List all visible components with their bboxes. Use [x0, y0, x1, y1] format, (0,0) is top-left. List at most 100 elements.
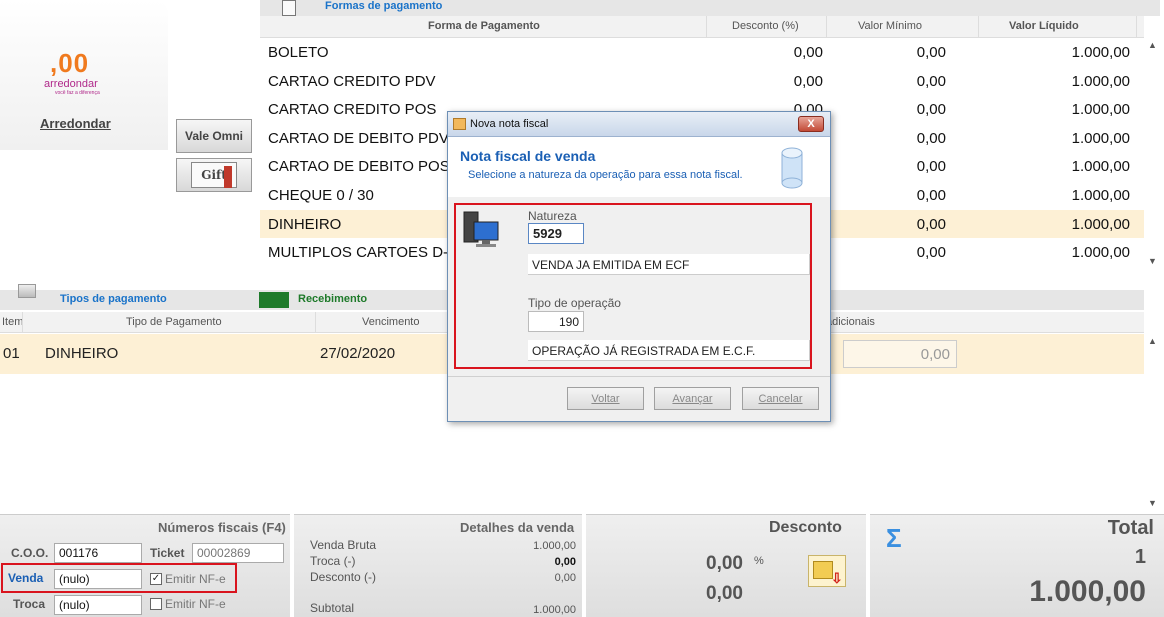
forma-cell: DINHEIRO	[268, 215, 342, 233]
tipos-pagamento-title[interactable]: Tipos de pagamento	[60, 293, 167, 305]
troca-emitir-nfe[interactable]: Emitir NF-e	[150, 597, 226, 611]
detalhes-venda-title: Detalhes da venda	[460, 520, 575, 535]
desconto-percent-value[interactable]: 0,00	[706, 553, 743, 575]
total-title: Total	[1107, 517, 1154, 539]
gift-card-label: Gift	[201, 168, 227, 182]
desconto-det-value: 0,00	[554, 572, 576, 584]
desconto-panel: Desconto 0,00 % 0,00 ⇩	[586, 514, 866, 617]
forma-pagamento-row[interactable]: BOLETO 0,00 0,00 1.000,00	[260, 38, 1144, 66]
adicionais-value[interactable]: 0,00	[843, 340, 957, 368]
liquido-cell: 1.000,00	[1071, 244, 1130, 262]
coo-label: C.O.O.	[11, 546, 49, 560]
coo-field[interactable]: 001176	[54, 543, 142, 563]
tipo-operacao-label: Tipo de operação	[528, 296, 621, 310]
dialog-header	[448, 137, 830, 197]
close-icon[interactable]: X	[798, 116, 824, 132]
row-tipo: DINHEIRO	[45, 345, 119, 362]
troca-det-value: 0,00	[554, 556, 576, 568]
formas-pagamento-header: Forma de Pagamento Desconto (%) Valor Mí…	[260, 16, 1144, 38]
ticket-field[interactable]: 00002869	[192, 543, 284, 563]
nova-nota-fiscal-dialog: Nova nota fiscal X Nota fiscal de venda …	[447, 111, 831, 422]
liquido-cell: 1.000,00	[1071, 101, 1130, 119]
col-item[interactable]: Item	[2, 316, 23, 328]
tipo-operacao-description: OPERAÇÃO JÁ REGISTRADA EM E.C.F.	[528, 340, 810, 361]
forma-cell: CARTAO CREDITO PDV	[268, 72, 436, 90]
recebimento-indicator	[259, 292, 289, 308]
col-tipo[interactable]: Tipo de Pagamento	[126, 316, 222, 328]
pdv-screen: ,00 arredondar você faz a diferença Arre…	[0, 0, 1164, 617]
minimo-cell: 0,00	[916, 187, 946, 204]
scroll-down-icon[interactable]: ▼	[1148, 498, 1157, 508]
ticket-label: Ticket	[150, 546, 185, 560]
natureza-label: Natureza	[528, 209, 577, 223]
checkbox-checked-icon[interactable]: ✓	[150, 573, 162, 585]
natureza-description: VENDA JA EMITIDA EM ECF	[528, 254, 810, 275]
venda-emitir-nfe[interactable]: ✓ Emitir NF-e	[150, 572, 226, 586]
formas-pagamento-title: Formas de pagamento	[325, 0, 443, 12]
scroll-down-icon[interactable]: ▼	[1148, 256, 1157, 266]
natureza-code-input[interactable]: 5929	[528, 223, 584, 244]
subtotal-value: 1.000,00	[533, 604, 576, 616]
tipos-scrollbar[interactable]: ▲ ▼	[1144, 334, 1160, 514]
apply-discount-icon[interactable]: ⇩	[808, 555, 846, 587]
col-valor-liquido[interactable]: Valor Líquido	[1009, 20, 1079, 32]
cancelar-label: Cancelar	[758, 392, 803, 405]
checkbox-unchecked-icon[interactable]	[150, 598, 162, 610]
vale-omni-button[interactable]: Vale Omni	[176, 119, 252, 153]
venda-emitir-label: Emitir NF-e	[165, 572, 226, 586]
forma-cell: CARTAO DE DEBITO PDV	[268, 129, 449, 147]
minimo-cell: 0,00	[916, 129, 946, 147]
app-icon	[453, 118, 466, 130]
desconto-amount-value[interactable]: 0,00	[706, 583, 743, 605]
minimo-cell: 0,00	[916, 244, 946, 262]
desconto-cell: 0,00	[793, 72, 823, 90]
vale-omni-label: Vale Omni	[184, 129, 244, 143]
col-desconto[interactable]: Desconto (%)	[732, 20, 799, 32]
troca-field[interactable]: (nulo)	[54, 595, 142, 615]
sigma-icon: Σ	[886, 523, 902, 553]
venda-bruta-value: 1.000,00	[533, 540, 576, 552]
col-adicionais[interactable]: adicionais	[826, 316, 875, 328]
venda-label: Venda	[8, 571, 44, 585]
cancelar-button[interactable]: Cancelar	[742, 387, 819, 410]
desconto-cell: 0,00	[793, 44, 823, 61]
venda-field[interactable]: (nulo)	[54, 569, 142, 589]
troca-det-label: Troca (-)	[310, 554, 356, 568]
forma-pagamento-row[interactable]: CARTAO CREDITO PDV 0,00 0,00 1.000,00	[260, 67, 1144, 95]
tipo-operacao-input[interactable]: 190	[528, 311, 584, 332]
card-icon	[18, 284, 36, 298]
col-forma[interactable]: Forma de Pagamento	[428, 20, 540, 32]
avancar-label: Avançar	[672, 392, 713, 405]
venda-bruta-label: Venda Bruta	[310, 538, 377, 552]
row-vencimento: 27/02/2020	[320, 345, 396, 362]
gift-card-button[interactable]: Gift	[176, 158, 252, 192]
scroll-up-icon[interactable]: ▲	[1148, 336, 1157, 346]
row-item: 01	[3, 345, 20, 362]
total-panel: Σ Total 1 1.000,00	[870, 514, 1164, 617]
col-vencimento[interactable]: Vencimento	[362, 316, 419, 328]
computer-icon	[463, 211, 499, 247]
logo-name: arredondar	[44, 78, 98, 90]
numeros-fiscais-panel: Números fiscais (F4) C.O.O. 001176 Ticke…	[0, 514, 290, 617]
col-valor-minimo[interactable]: Valor Mínimo	[858, 20, 922, 32]
voltar-label: Voltar	[591, 392, 620, 405]
total-amount: 1.000,00	[1029, 575, 1146, 608]
avancar-button[interactable]: Avançar	[654, 387, 731, 410]
forma-cell: BOLETO	[268, 44, 329, 61]
close-glyph: X	[807, 118, 815, 130]
total-count: 1	[1134, 546, 1146, 568]
liquido-cell: 1.000,00	[1071, 187, 1130, 204]
percent-symbol: %	[754, 555, 764, 567]
scroll-up-icon[interactable]: ▲	[1148, 40, 1157, 50]
formas-scrollbar[interactable]: ▲ ▼	[1144, 38, 1160, 270]
logo-number: ,00	[50, 48, 90, 78]
logo-tagline: você faz a diferença	[55, 90, 100, 96]
desconto-title: Desconto	[769, 519, 842, 536]
subtotal-label: Subtotal	[310, 601, 355, 615]
liquido-cell: 1.000,00	[1071, 129, 1130, 147]
recebimento-label[interactable]: Recebimento	[298, 293, 367, 305]
minimo-cell: 0,00	[916, 215, 946, 233]
minimo-cell: 0,00	[916, 44, 946, 61]
forma-cell: MULTIPLOS CARTOES D-T	[268, 244, 458, 262]
voltar-button[interactable]: Voltar	[567, 387, 644, 410]
